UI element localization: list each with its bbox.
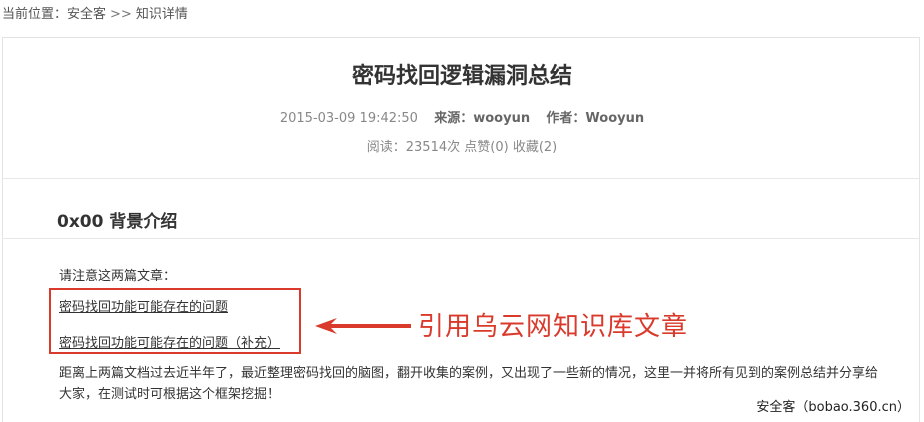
section-heading: 0x00 背景介绍 [57, 212, 178, 232]
source-label: 来源： [434, 111, 474, 126]
divider [2, 238, 920, 239]
notice-text: 请注意这两篇文章： [59, 269, 177, 284]
breadcrumb-home-link[interactable]: 安全客 [67, 7, 106, 22]
breadcrumb-label: 当前位置： [2, 7, 68, 22]
breadcrumb: 当前位置：安全客 >> 知识详情 [2, 3, 188, 22]
article-stats: 阅读：23514次 点赞(0) 收藏(2) [0, 136, 924, 155]
article-meta: 2015-03-09 19:42:50 来源：wooyun 作者：Wooyun [0, 107, 924, 126]
breadcrumb-current: 知识详情 [135, 7, 188, 22]
watermark: 安全客（bobao.360.cn） [756, 400, 910, 415]
arrow-left-icon [315, 318, 411, 334]
publish-date: 2015-03-09 19:42:50 [279, 111, 418, 126]
reference-link-1[interactable]: 密码找回功能可能存在的问题 [59, 296, 228, 315]
divider [2, 178, 920, 179]
annotation-text: 引用乌云网知识库文章 [418, 312, 689, 342]
read-count: 阅读：23514次 [366, 140, 461, 155]
reference-link-2[interactable]: 密码找回功能可能存在的问题（补充） [59, 332, 280, 351]
article-title: 密码找回逻辑漏洞总结 [351, 64, 572, 89]
source-value: wooyun [473, 111, 531, 126]
favorite-button[interactable]: 收藏(2) [513, 140, 557, 155]
breadcrumb-separator: >> [110, 7, 132, 22]
like-button[interactable]: 点赞(0) [464, 140, 508, 155]
author-value: Wooyun [585, 111, 645, 126]
author-label: 作者： [546, 111, 586, 126]
